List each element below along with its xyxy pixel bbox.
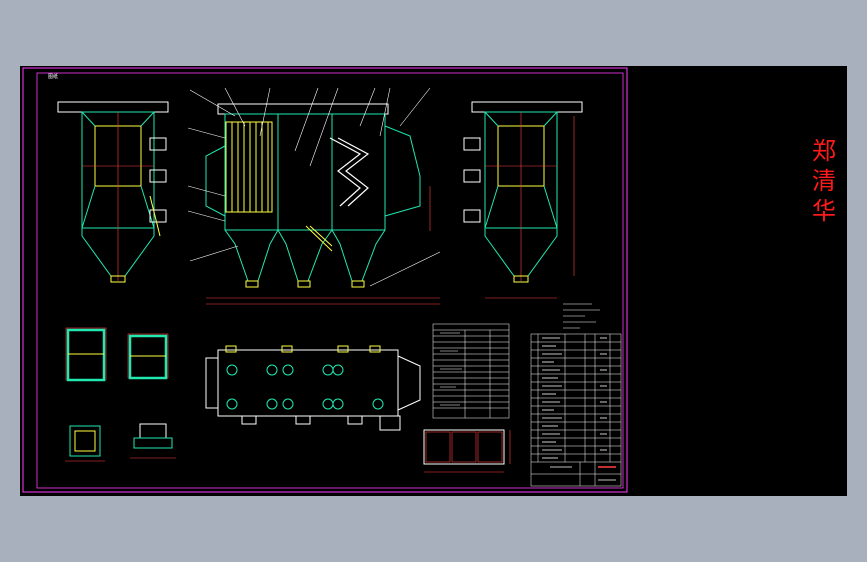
front-view xyxy=(205,103,440,305)
plan-view xyxy=(205,345,421,431)
notes-table xyxy=(432,323,510,419)
parts-list-entries xyxy=(542,337,616,481)
panel-detail xyxy=(423,429,511,473)
cad-drawing-canvas[interactable] xyxy=(20,66,847,496)
detail-views xyxy=(65,327,176,462)
right-side-view xyxy=(463,101,583,299)
stamp-char-3: 华 xyxy=(812,197,836,225)
cad-drawing-svg xyxy=(22,67,628,493)
author-stamp: 郑 清 华 xyxy=(806,136,842,226)
drawing-frame-tag: 图纸 xyxy=(47,74,58,80)
stamp-char-1: 郑 xyxy=(812,137,836,165)
technical-requirements xyxy=(563,303,600,329)
sheet-outer-frame xyxy=(22,67,628,493)
stamp-char-2: 清 xyxy=(812,167,836,195)
left-side-view xyxy=(57,101,169,283)
